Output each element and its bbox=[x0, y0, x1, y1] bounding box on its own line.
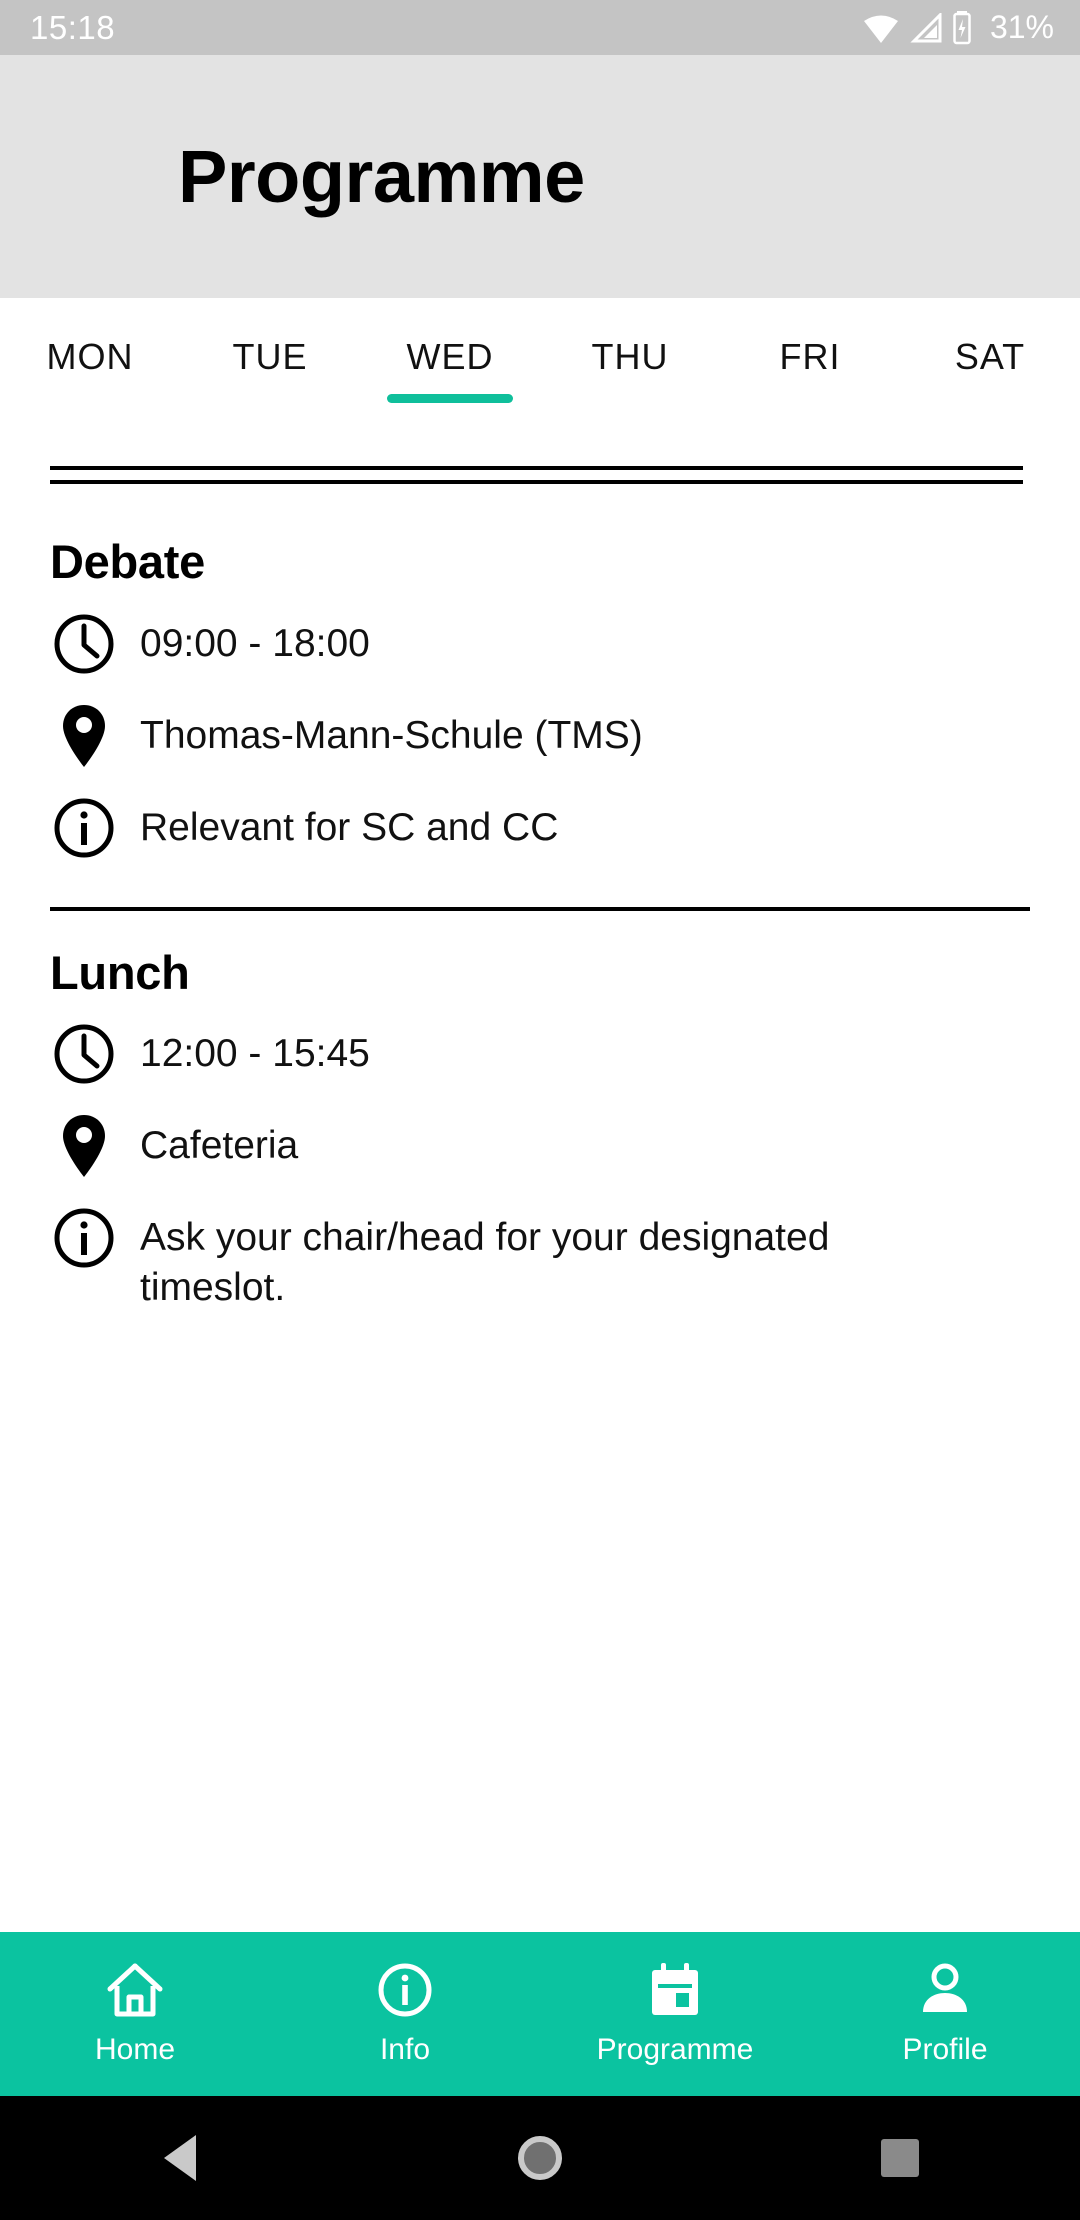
person-icon bbox=[918, 1961, 972, 2019]
tab-label: THU bbox=[591, 336, 669, 377]
tab-indicator bbox=[747, 394, 873, 403]
tab-label: TUE bbox=[232, 336, 308, 377]
tab-indicator bbox=[927, 394, 1053, 403]
nav-item-programme[interactable]: Programme bbox=[540, 1961, 810, 2067]
tab-mon[interactable]: MON bbox=[0, 336, 180, 403]
back-triangle-icon bbox=[164, 2135, 196, 2181]
event-info: Relevant for SC and CC bbox=[140, 805, 559, 849]
event-info-row: Relevant for SC and CC bbox=[50, 782, 1030, 874]
tab-indicator bbox=[27, 394, 153, 403]
nav-label: Profile bbox=[902, 2033, 988, 2066]
event-time: 09:00 - 18:00 bbox=[140, 621, 370, 665]
event-time-row: 12:00 - 15:45 bbox=[50, 1008, 1030, 1100]
battery-charging-icon bbox=[953, 10, 977, 45]
event-card-lunch[interactable]: Lunch 12:00 - 15:45 Cafeteria Ask your c… bbox=[0, 911, 1080, 1325]
section-top-divider bbox=[50, 466, 1023, 486]
event-location-row: Thomas-Mann-Schule (TMS) bbox=[50, 690, 1030, 782]
event-time: 12:00 - 15:45 bbox=[140, 1032, 370, 1076]
tab-label: FRI bbox=[779, 336, 841, 377]
phone-screen: 15:18 31% Programme MON TUE WED THU FRI … bbox=[0, 0, 1080, 2220]
tab-label: WED bbox=[406, 336, 494, 377]
event-info: Ask your chair/head for your designated … bbox=[140, 1216, 830, 1309]
status-bar-icons: 31% bbox=[863, 9, 1054, 46]
tab-indicator-active bbox=[387, 394, 513, 403]
clock-icon bbox=[50, 1020, 118, 1088]
event-card-debate[interactable]: Debate 09:00 - 18:00 Thomas-Mann-Schule … bbox=[0, 500, 1080, 874]
tab-thu[interactable]: THU bbox=[540, 336, 720, 403]
info-circle-icon bbox=[50, 1204, 118, 1272]
event-info-row: Ask your chair/head for your designated … bbox=[50, 1192, 1030, 1324]
status-bar-clock: 15:18 bbox=[30, 8, 116, 46]
nav-label: Info bbox=[379, 2033, 431, 2066]
event-location-row: Cafeteria bbox=[50, 1100, 1030, 1192]
tab-indicator bbox=[567, 394, 693, 403]
system-home-button[interactable] bbox=[360, 2136, 720, 2180]
location-pin-icon bbox=[50, 702, 118, 770]
event-title: Debate bbox=[50, 535, 205, 588]
nav-label: Programme bbox=[596, 2033, 754, 2066]
tab-indicator bbox=[207, 394, 333, 403]
nav-item-profile[interactable]: Profile bbox=[810, 1961, 1080, 2067]
status-bar: 15:18 31% bbox=[0, 0, 1080, 55]
android-system-navigation bbox=[0, 2096, 1080, 2220]
clock-icon bbox=[50, 610, 118, 678]
programme-list[interactable]: Debate 09:00 - 18:00 Thomas-Mann-Schule … bbox=[0, 500, 1080, 1350]
info-circle-icon bbox=[50, 794, 118, 862]
system-back-button[interactable] bbox=[0, 2135, 360, 2181]
event-time-row: 09:00 - 18:00 bbox=[50, 598, 1030, 690]
nav-label: Home bbox=[94, 2033, 176, 2066]
event-location: Thomas-Mann-Schule (TMS) bbox=[140, 713, 643, 757]
nav-item-info[interactable]: Info bbox=[270, 1961, 540, 2067]
app-header: Programme bbox=[0, 55, 1080, 298]
recents-square-icon bbox=[881, 2139, 919, 2177]
bottom-navigation-bar: Home Info Programme Profile bbox=[0, 1932, 1080, 2096]
battery-percent-label: 31% bbox=[989, 9, 1054, 45]
day-tab-bar: MON TUE WED THU FRI SAT bbox=[0, 298, 1080, 420]
event-title: Lunch bbox=[50, 945, 190, 999]
nav-item-home[interactable]: Home bbox=[0, 1961, 270, 2067]
tab-tue[interactable]: TUE bbox=[180, 336, 360, 403]
system-recents-button[interactable] bbox=[720, 2139, 1080, 2177]
home-circle-icon bbox=[518, 2136, 562, 2180]
tab-fri[interactable]: FRI bbox=[720, 336, 900, 403]
divider-line bbox=[50, 466, 1023, 470]
home-icon bbox=[106, 1961, 164, 2019]
tab-sat[interactable]: SAT bbox=[900, 336, 1080, 403]
divider-line bbox=[50, 480, 1023, 484]
page-title: Programme bbox=[178, 134, 585, 218]
info-circle-icon bbox=[377, 1961, 433, 2019]
location-pin-icon bbox=[50, 1112, 118, 1180]
tab-wed[interactable]: WED bbox=[360, 336, 540, 403]
wifi-icon bbox=[863, 13, 899, 43]
tab-label: SAT bbox=[954, 336, 1026, 377]
event-location: Cafeteria bbox=[140, 1124, 299, 1168]
cellular-signal-icon bbox=[910, 12, 942, 43]
tab-label: MON bbox=[46, 336, 134, 377]
calendar-icon bbox=[649, 1961, 701, 2019]
